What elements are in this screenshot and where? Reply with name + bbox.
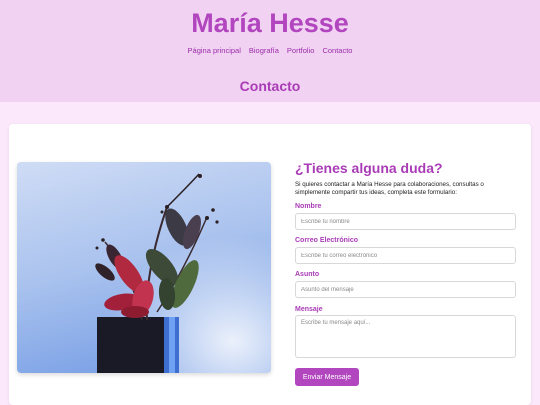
form-intro: Si quieres contactar a María Hesse para … xyxy=(295,181,484,196)
message-field[interactable] xyxy=(295,315,516,358)
subject-label: Asunto xyxy=(295,271,320,278)
plant-photo xyxy=(17,162,271,373)
site-title: María Hesse xyxy=(191,8,349,38)
send-message-button[interactable]: Enviar Mensaje xyxy=(295,368,359,386)
nav-link-home[interactable]: Página principal xyxy=(188,46,241,55)
name-field[interactable] xyxy=(295,213,516,230)
site-header: María Hesse Página principal Biografía P… xyxy=(0,0,540,102)
message-label: Mensaje xyxy=(295,306,323,313)
subject-field[interactable] xyxy=(295,281,516,298)
page-heading: Contacto xyxy=(239,78,301,94)
main-nav: Página principal Biografía Portfolio Con… xyxy=(0,46,540,55)
form-title: ¿Tienes alguna duda? xyxy=(295,160,443,176)
nav-link-contact[interactable]: Contacto xyxy=(322,46,352,55)
email-field[interactable] xyxy=(295,247,516,264)
nav-link-biography[interactable]: Biografía xyxy=(249,46,279,55)
nav-link-portfolio[interactable]: Portfolio xyxy=(287,46,315,55)
email-label: Correo Electrónico xyxy=(295,237,359,244)
name-label: Nombre xyxy=(295,203,322,210)
